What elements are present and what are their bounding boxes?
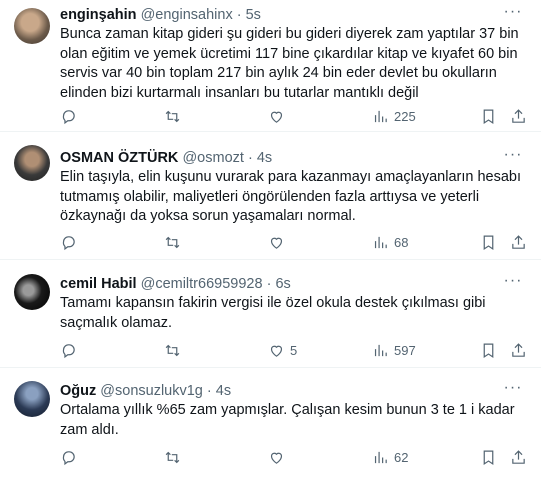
reply-button[interactable]	[60, 107, 82, 125]
avatar[interactable]	[14, 274, 50, 310]
share-button[interactable]	[510, 341, 527, 359]
more-icon[interactable]: ···	[503, 4, 523, 24]
timestamp[interactable]: 4s	[216, 383, 231, 399]
reply-icon	[62, 109, 75, 124]
like-button[interactable]: 5	[268, 341, 297, 359]
separator-dot: ·	[236, 7, 242, 23]
more-icon[interactable]: ···	[503, 147, 523, 167]
author-name[interactable]: OSMAN ÖZTÜRK	[60, 150, 178, 166]
more-icon[interactable]: ···	[503, 380, 523, 400]
timestamp[interactable]: 6s	[275, 276, 290, 292]
action-bar: 5 597	[60, 341, 530, 359]
retweet-icon	[165, 344, 180, 356]
reply-icon	[62, 450, 75, 465]
action-bar: 225	[60, 107, 530, 125]
views-button[interactable]: 597	[372, 341, 416, 359]
like-button[interactable]	[268, 448, 290, 466]
tweet-text: Tamamı kapansın fakirin vergisi ile özel…	[60, 295, 486, 331]
separator-dot: ·	[247, 150, 253, 166]
separator-dot: ·	[266, 276, 272, 292]
author-handle[interactable]: @sonsuzlukv1g	[100, 383, 203, 399]
tweet-text: Bunca zaman kitap gideri şu gideri bu gi…	[60, 26, 519, 101]
author-name[interactable]: cemil Habil	[60, 276, 137, 292]
avatar[interactable]	[14, 381, 50, 417]
separator-dot: ·	[206, 383, 212, 399]
share-icon	[512, 234, 525, 249]
bookmark-button[interactable]	[480, 107, 497, 125]
reply-icon	[62, 343, 75, 358]
action-bar: 68	[60, 233, 530, 251]
like-icon	[270, 345, 283, 357]
share-icon	[512, 342, 525, 357]
views-icon	[374, 236, 387, 248]
share-icon	[512, 108, 525, 123]
like-icon	[270, 237, 283, 249]
reply-button[interactable]	[60, 341, 82, 359]
retweet-icon	[165, 451, 180, 463]
tweet[interactable]: Oğuz @sonsuzlukv1g · 4s ··· Ortalama yıl…	[0, 369, 541, 481]
share-button[interactable]	[510, 448, 527, 466]
author-name[interactable]: Oğuz	[60, 383, 96, 399]
bookmark-button[interactable]	[480, 448, 497, 466]
bookmark-icon	[483, 109, 494, 124]
views-icon	[374, 451, 387, 463]
views-button[interactable]: 225	[372, 107, 416, 125]
retweet-icon	[165, 236, 180, 248]
share-button[interactable]	[510, 107, 527, 125]
like-button[interactable]	[268, 233, 290, 251]
retweet-button[interactable]	[164, 341, 186, 359]
like-button[interactable]	[268, 107, 290, 125]
bookmark-icon	[483, 343, 494, 358]
reply-icon	[62, 235, 75, 250]
reply-button[interactable]	[60, 448, 82, 466]
like-icon	[270, 111, 283, 123]
tweet[interactable]: OSMAN ÖZTÜRK @osmozt · 4s ··· Elin taşıy…	[0, 133, 541, 260]
retweet-icon	[165, 110, 180, 122]
views-icon	[374, 110, 387, 122]
author-handle[interactable]: @cemiltr66959928	[141, 276, 263, 292]
tweet-text: Elin taşıyla, elin kuşunu vurarak para k…	[60, 169, 522, 224]
avatar[interactable]	[14, 145, 50, 181]
action-bar: 62	[60, 448, 530, 466]
bookmark-button[interactable]	[480, 233, 497, 251]
bookmark-icon	[483, 450, 494, 465]
timestamp[interactable]: 5s	[246, 7, 261, 23]
bookmark-icon	[483, 235, 494, 250]
retweet-button[interactable]	[164, 233, 186, 251]
timestamp[interactable]: 4s	[257, 150, 272, 166]
like-count: 5	[290, 342, 298, 358]
reply-button[interactable]	[60, 233, 82, 251]
share-icon	[512, 449, 525, 464]
like-icon	[270, 452, 283, 464]
tweet[interactable]: enginşahin @enginsahinx · 5s ··· Bunca z…	[0, 0, 541, 132]
tweet[interactable]: cemil Habil @cemiltr66959928 · 6s ··· Ta…	[0, 261, 541, 368]
views-icon	[374, 344, 387, 356]
tweet-text: Ortalama yıllık %65 zam yapmışlar. Çalış…	[60, 402, 515, 438]
author-handle[interactable]: @osmozt	[182, 150, 243, 166]
views-button[interactable]: 62	[372, 448, 408, 466]
share-button[interactable]	[510, 233, 527, 251]
retweet-button[interactable]	[164, 107, 186, 125]
more-icon[interactable]: ···	[503, 273, 523, 293]
retweet-button[interactable]	[164, 448, 186, 466]
bookmark-button[interactable]	[480, 341, 497, 359]
avatar[interactable]	[14, 8, 50, 44]
author-name[interactable]: enginşahin	[60, 7, 137, 23]
views-button[interactable]: 68	[372, 233, 408, 251]
author-handle[interactable]: @enginsahinx	[141, 7, 233, 23]
